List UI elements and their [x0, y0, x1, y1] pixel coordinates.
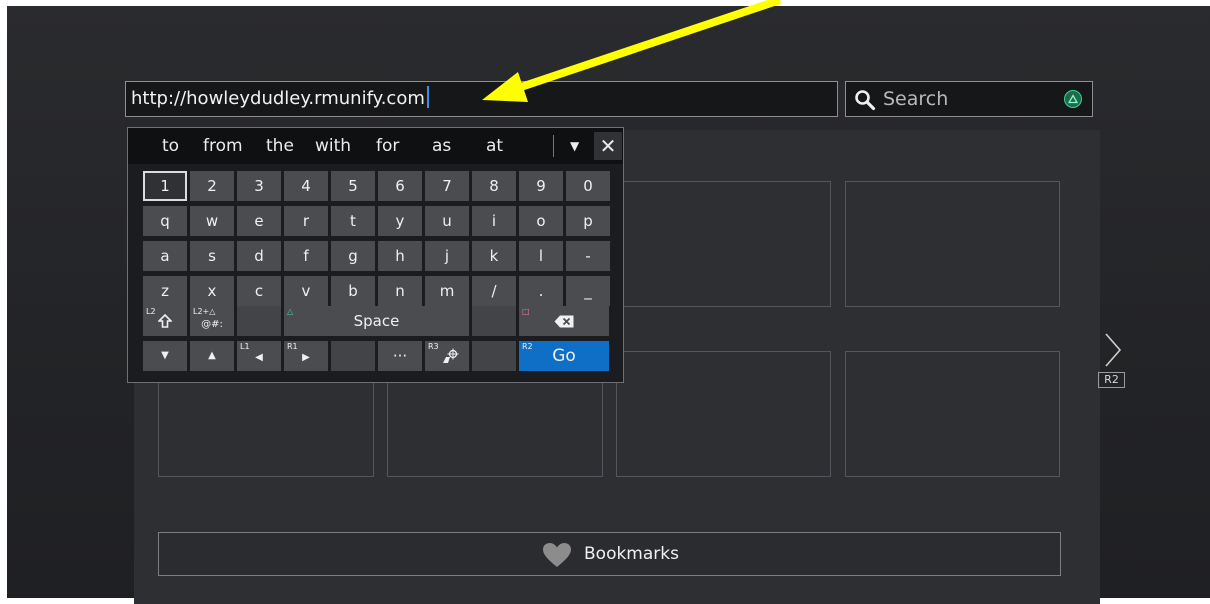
- caret-down-icon[interactable]: ▼: [570, 128, 579, 164]
- arrow-up-key[interactable]: ▲: [190, 341, 234, 371]
- key-b[interactable]: b: [331, 276, 375, 306]
- key-_[interactable]: _: [566, 276, 610, 306]
- r2-badge: R2: [1098, 372, 1125, 388]
- key-p[interactable]: p: [566, 206, 610, 236]
- key-u[interactable]: u: [425, 206, 469, 236]
- search-icon: [855, 90, 876, 111]
- suggestion-word[interactable]: at: [486, 128, 503, 164]
- key-h[interactable]: h: [378, 241, 422, 271]
- speed-dial-tile[interactable]: [616, 351, 831, 477]
- suggestion-word[interactable]: as: [432, 128, 451, 164]
- key-f[interactable]: f: [284, 241, 328, 271]
- key-.[interactable]: .: [519, 276, 563, 306]
- blank-key[interactable]: [472, 341, 516, 371]
- key--[interactable]: -: [566, 241, 610, 271]
- cursor-right-key[interactable]: R1 ▶: [284, 341, 328, 371]
- search-placeholder: Search: [883, 88, 949, 110]
- key-d[interactable]: d: [237, 241, 281, 271]
- search-input[interactable]: Search: [845, 81, 1093, 117]
- shift-icon: [158, 314, 172, 328]
- key-8[interactable]: 8: [472, 171, 516, 201]
- blank-key[interactable]: [237, 306, 281, 336]
- key-s[interactable]: s: [190, 241, 234, 271]
- key-/[interactable]: /: [472, 276, 516, 306]
- go-label: Go: [552, 346, 576, 366]
- text-cursor: [426, 86, 429, 108]
- key-r[interactable]: r: [284, 206, 328, 236]
- more-label: ···: [392, 347, 408, 365]
- key-m[interactable]: m: [425, 276, 469, 306]
- go-key[interactable]: R2 Go: [519, 341, 609, 371]
- key-q[interactable]: q: [143, 206, 187, 236]
- close-icon: ✕: [599, 134, 617, 158]
- blank-key[interactable]: [472, 306, 516, 336]
- triangle-right-icon: ▶: [302, 352, 310, 363]
- key-9[interactable]: 9: [519, 171, 563, 201]
- r2-tag: R2: [522, 342, 533, 351]
- arrow-down-key[interactable]: ▼: [143, 341, 187, 371]
- key-1[interactable]: 1: [143, 171, 187, 201]
- url-text: http://howleydudley.rmunify.com: [131, 88, 425, 109]
- key-7[interactable]: 7: [425, 171, 469, 201]
- key-4[interactable]: 4: [284, 171, 328, 201]
- l2-triangle-tag: L2+△: [193, 307, 216, 316]
- symbols-key[interactable]: L2+△ @#:: [190, 306, 234, 336]
- pointer-icon: [443, 348, 459, 363]
- space-label: Space: [353, 312, 400, 330]
- pointer-key[interactable]: R3: [425, 341, 469, 371]
- triangle-down-icon: ▼: [161, 350, 169, 361]
- backspace-key[interactable]: □: [519, 306, 609, 336]
- key-j[interactable]: j: [425, 241, 469, 271]
- triangle-tag: △: [287, 307, 294, 316]
- close-keyboard-button[interactable]: ✕: [594, 132, 622, 160]
- key-n[interactable]: n: [378, 276, 422, 306]
- key-c[interactable]: c: [237, 276, 281, 306]
- cursor-left-key[interactable]: L1 ◀: [237, 341, 281, 371]
- key-v[interactable]: v: [284, 276, 328, 306]
- key-e[interactable]: e: [237, 206, 281, 236]
- suggestion-word[interactable]: from: [203, 128, 243, 164]
- speed-dial-tile[interactable]: [845, 181, 1060, 307]
- key-w[interactable]: w: [190, 206, 234, 236]
- heart-icon: [543, 543, 571, 567]
- suggestion-word[interactable]: for: [376, 128, 399, 164]
- key-0[interactable]: 0: [566, 171, 610, 201]
- suggestion-word[interactable]: the: [266, 128, 294, 164]
- on-screen-keyboard: to from the with for as at ▼ ✕ 123456789…: [127, 127, 624, 383]
- suggestion-word[interactable]: with: [315, 128, 351, 164]
- speed-dial-tile[interactable]: [845, 351, 1060, 477]
- key-5[interactable]: 5: [331, 171, 375, 201]
- key-x[interactable]: x: [190, 276, 234, 306]
- annotation-arrow: [482, 0, 782, 102]
- divider: [553, 135, 554, 157]
- key-2[interactable]: 2: [190, 171, 234, 201]
- key-k[interactable]: k: [472, 241, 516, 271]
- key-g[interactable]: g: [331, 241, 375, 271]
- key-3[interactable]: 3: [237, 171, 281, 201]
- triangle-left-icon: ◀: [255, 352, 263, 363]
- more-key[interactable]: ···: [378, 341, 422, 371]
- key-t[interactable]: t: [331, 206, 375, 236]
- suggestion-word[interactable]: to: [162, 128, 179, 164]
- key-a[interactable]: a: [143, 241, 187, 271]
- key-6[interactable]: 6: [378, 171, 422, 201]
- bookmarks-button[interactable]: Bookmarks: [158, 532, 1061, 576]
- space-key[interactable]: △ Space: [284, 306, 469, 336]
- symbols-label: @#:: [201, 319, 223, 330]
- bookmarks-label: Bookmarks: [584, 544, 679, 564]
- suggestion-bar: to from the with for as at ▼ ✕: [128, 128, 623, 164]
- speed-dial-tile[interactable]: [616, 181, 831, 307]
- key-i[interactable]: i: [472, 206, 516, 236]
- key-o[interactable]: o: [519, 206, 563, 236]
- key-y[interactable]: y: [378, 206, 422, 236]
- blank-key[interactable]: [331, 341, 375, 371]
- key-l[interactable]: l: [519, 241, 563, 271]
- backspace-icon: [554, 315, 574, 327]
- triangle-button-icon: [1064, 90, 1082, 108]
- key-z[interactable]: z: [143, 276, 187, 306]
- chevron-right-icon[interactable]: [1103, 332, 1123, 368]
- triangle-up-icon: ▲: [208, 350, 216, 361]
- shift-key[interactable]: L2: [143, 306, 187, 336]
